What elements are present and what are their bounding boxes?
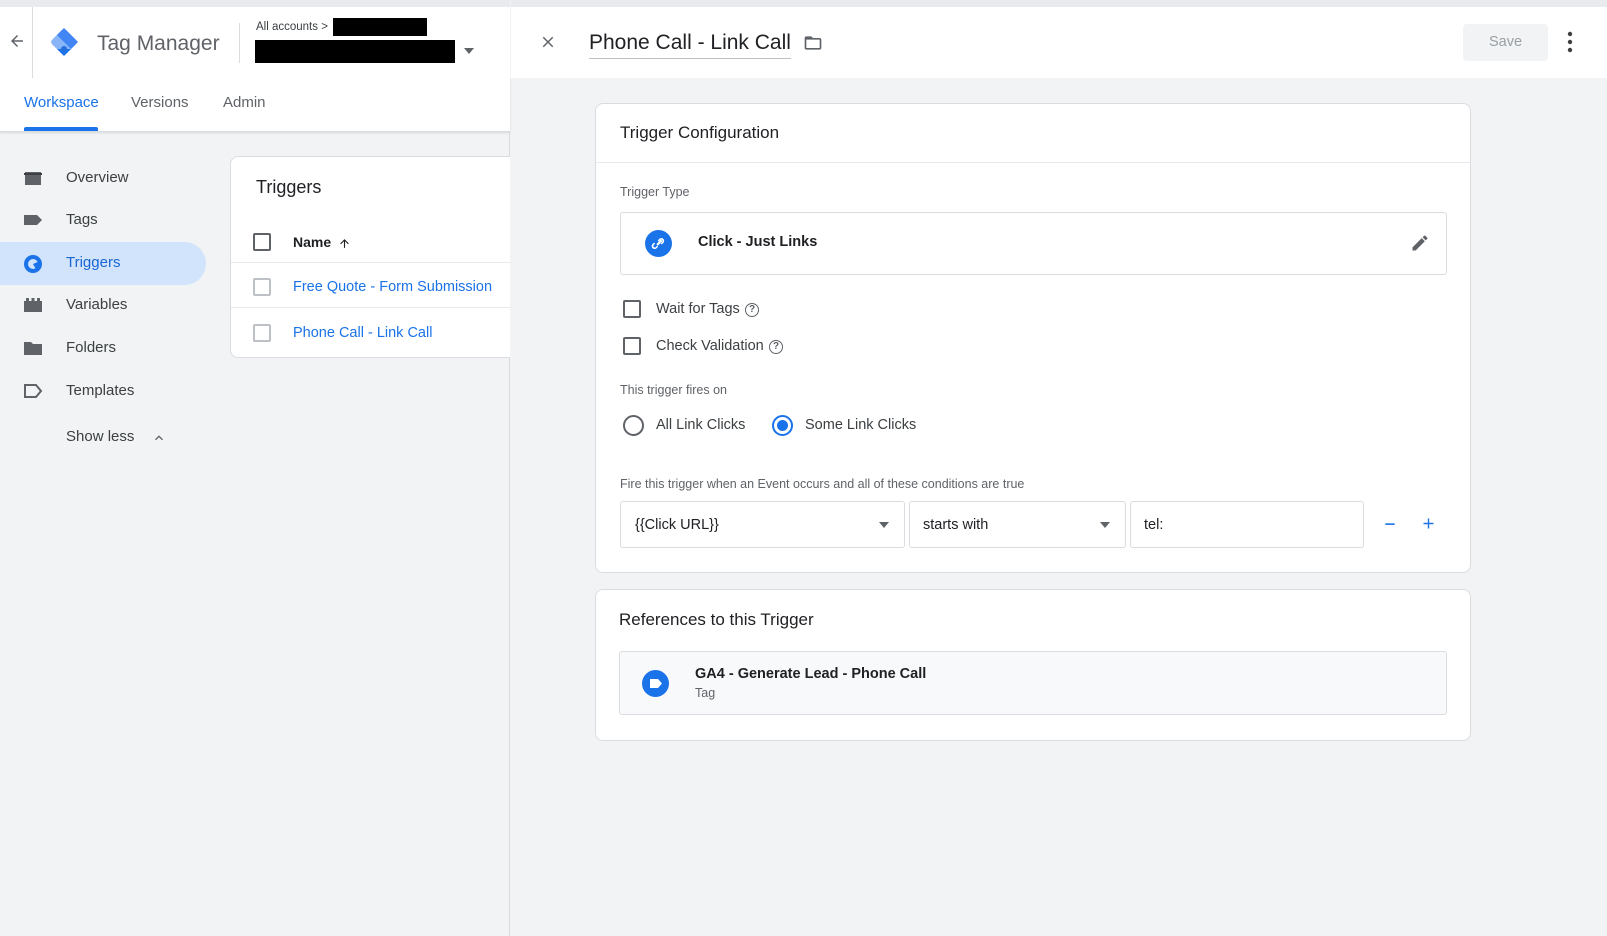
sidebar-item-label: Templates xyxy=(66,382,135,399)
divider xyxy=(231,307,511,308)
trigger-type-value: Click - Just Links xyxy=(698,234,818,250)
more-vert-icon[interactable] xyxy=(1567,31,1573,53)
left-panel xyxy=(0,0,510,936)
accounts-breadcrumb[interactable]: All accounts > xyxy=(256,21,328,33)
trigger-type-selector[interactable]: Click - Just Links xyxy=(620,212,1447,275)
sidebar-item-tags[interactable]: Tags xyxy=(0,199,206,242)
redacted-account-name xyxy=(333,18,427,36)
condition-variable-value: {{Click URL}} xyxy=(635,517,719,533)
save-button[interactable]: Save xyxy=(1463,24,1548,61)
trigger-link-phone-call[interactable]: Phone Call - Link Call xyxy=(293,325,432,341)
triggers-list-card: Triggers Name Free Quote - Form Submissi… xyxy=(230,156,511,358)
tag-icon xyxy=(642,670,669,697)
app-title: Tag Manager xyxy=(97,32,220,55)
app-header: Tag Manager All accounts > xyxy=(0,0,510,78)
condition-operator-select[interactable]: starts with xyxy=(909,501,1126,548)
wait-for-tags-label: Wait for Tags xyxy=(656,301,740,317)
sidebar-item-label: Variables xyxy=(66,296,128,313)
sidebar-item-folders[interactable]: Folders xyxy=(0,327,206,370)
reference-name: GA4 - Generate Lead - Phone Call xyxy=(695,666,927,682)
name-column-label: Name xyxy=(293,234,332,250)
reference-type: Tag xyxy=(695,686,716,700)
edit-pencil-icon[interactable] xyxy=(1410,233,1430,253)
sidebar-item-overview[interactable]: Overview xyxy=(0,157,206,200)
sidebar-item-label: Overview xyxy=(66,169,129,186)
variables-icon xyxy=(23,296,43,314)
folder-icon[interactable] xyxy=(802,33,824,53)
triggers-list-title: Triggers xyxy=(256,177,322,197)
active-tab-indicator xyxy=(24,127,98,131)
show-less-label: Show less xyxy=(66,428,135,445)
back-arrow-icon[interactable] xyxy=(8,32,26,50)
sidebar-item-label: Triggers xyxy=(66,254,121,271)
tab-admin[interactable]: Admin xyxy=(223,94,266,111)
tab-workspace[interactable]: Workspace xyxy=(24,94,99,111)
condition-value-input[interactable]: tel: xyxy=(1130,501,1364,548)
trigger-configuration-title: Trigger Configuration xyxy=(620,123,780,142)
condition-operator-value: starts with xyxy=(923,517,989,533)
remove-condition-icon[interactable] xyxy=(1382,516,1398,532)
trigger-configuration-card: Trigger Configuration Trigger Type Click… xyxy=(595,103,1471,573)
some-link-clicks-radio[interactable] xyxy=(772,415,793,436)
redacted-container-name[interactable] xyxy=(255,40,455,63)
tag-icon xyxy=(23,211,43,229)
references-card: References to this Trigger GA4 - Generat… xyxy=(595,589,1471,741)
chevron-down-icon xyxy=(879,522,889,528)
condition-variable-select[interactable]: {{Click URL}} xyxy=(620,501,905,548)
condition-label: Fire this trigger when an Event occurs a… xyxy=(620,477,1025,491)
sidebar-item-templates[interactable]: Templates xyxy=(0,370,206,413)
sidebar-item-label: Tags xyxy=(66,211,98,228)
row-checkbox[interactable] xyxy=(253,278,271,296)
tab-versions[interactable]: Versions xyxy=(131,94,189,111)
trigger-icon xyxy=(23,254,43,274)
select-all-checkbox[interactable] xyxy=(253,233,271,251)
tag-manager-logo-icon xyxy=(47,25,81,59)
wait-for-tags-checkbox[interactable] xyxy=(623,300,641,318)
template-icon xyxy=(23,382,43,400)
trigger-name-title[interactable]: Phone Call - Link Call xyxy=(589,31,791,59)
chevron-up-icon xyxy=(151,430,167,446)
close-icon[interactable] xyxy=(539,33,557,51)
save-button-label: Save xyxy=(1488,34,1523,50)
fires-on-label: This trigger fires on xyxy=(620,383,727,397)
check-validation-label: Check Validation xyxy=(656,338,764,354)
condition-value-text: tel: xyxy=(1144,517,1164,533)
trigger-type-label: Trigger Type xyxy=(620,185,690,199)
add-condition-icon[interactable] xyxy=(1420,515,1437,532)
all-link-clicks-label: All Link Clicks xyxy=(656,417,746,433)
check-validation-checkbox[interactable] xyxy=(623,337,641,355)
container-dropdown-icon[interactable] xyxy=(464,48,474,54)
help-icon[interactable]: ? xyxy=(745,303,759,317)
sidebar-item-triggers[interactable]: Triggers xyxy=(0,242,206,285)
link-icon xyxy=(645,230,672,257)
editor-header: Phone Call - Link Call Save xyxy=(511,0,1607,78)
folder-icon xyxy=(23,339,43,357)
workspace-tabs: Workspace Versions Admin xyxy=(0,78,510,132)
sort-ascending-icon xyxy=(338,237,351,250)
reference-item[interactable]: GA4 - Generate Lead - Phone Call Tag xyxy=(619,651,1447,715)
divider xyxy=(231,262,511,263)
some-link-clicks-label: Some Link Clicks xyxy=(805,417,917,433)
divider xyxy=(32,7,33,78)
chevron-down-icon xyxy=(1100,522,1110,528)
help-icon[interactable]: ? xyxy=(769,340,783,354)
references-title: References to this Trigger xyxy=(619,610,814,629)
divider xyxy=(596,162,1470,163)
briefcase-icon xyxy=(23,169,43,187)
all-link-clicks-radio[interactable] xyxy=(623,415,644,436)
trigger-link-free-quote[interactable]: Free Quote - Form Submission xyxy=(293,279,492,295)
sidebar-item-variables[interactable]: Variables xyxy=(0,284,206,327)
sidebar-item-label: Folders xyxy=(66,339,117,356)
name-column-header[interactable]: Name xyxy=(293,234,351,250)
row-checkbox[interactable] xyxy=(253,324,271,342)
show-less-toggle[interactable]: Show less xyxy=(66,428,176,450)
divider xyxy=(239,23,240,63)
